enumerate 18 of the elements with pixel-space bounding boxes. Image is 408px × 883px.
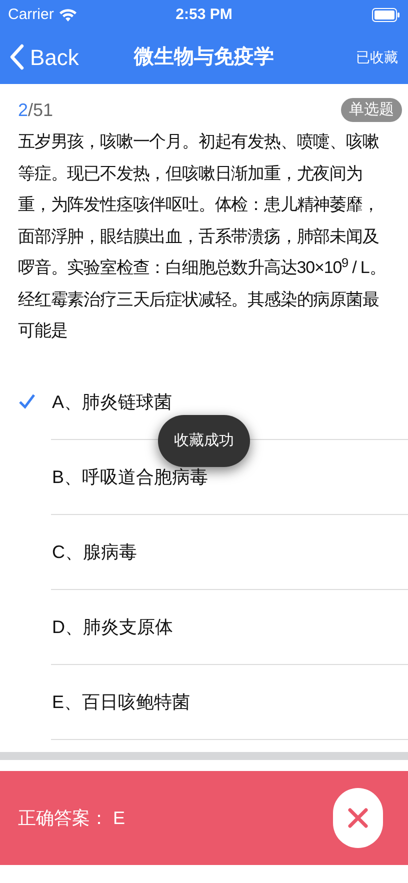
question-text: 五岁男孩，咳嗽一个月。初起有发热、喷嚏、咳嗽等症。现已不发热，但咳嗽日渐加重，尤夜间为重，为阵发性痉咳伴呕吐。体检：患儿精神萎靡，面部浮肿，眼结膜出血，舌系带溃疡，肺部未闻及啰音。实验室检查：白细胞总数升高达30×10$^{9}$ / L。经红霉素治疗三天后症状减轻。其感染的病原菌最可能是 [17, 131, 387, 342]
page-title: 微生物与免疫学 [134, 44, 274, 70]
option-row[interactable]: E、百日咳鲍特菌 [0, 664, 408, 740]
favorited-button[interactable]: 已收藏 [356, 46, 398, 68]
back-button[interactable]: Back [10, 40, 79, 74]
chevron-left-icon [10, 44, 24, 70]
carrier-label: Carrier [8, 4, 54, 25]
toast-message: 收藏成功 [158, 415, 250, 467]
option-row[interactable]: C、腺病毒 [0, 514, 408, 590]
option-row[interactable]: D、肺炎支原体 [0, 590, 408, 664]
wifi-icon [58, 8, 77, 22]
correct-answer-text: 正确答案： E [18, 806, 126, 830]
close-icon [347, 807, 369, 829]
status-time: 2:53 PM [176, 4, 232, 25]
close-button[interactable] [333, 788, 383, 848]
question-type-badge: 单选题 [341, 98, 402, 122]
battery-icon [372, 8, 400, 22]
question-counter: 2/51 [18, 98, 54, 122]
